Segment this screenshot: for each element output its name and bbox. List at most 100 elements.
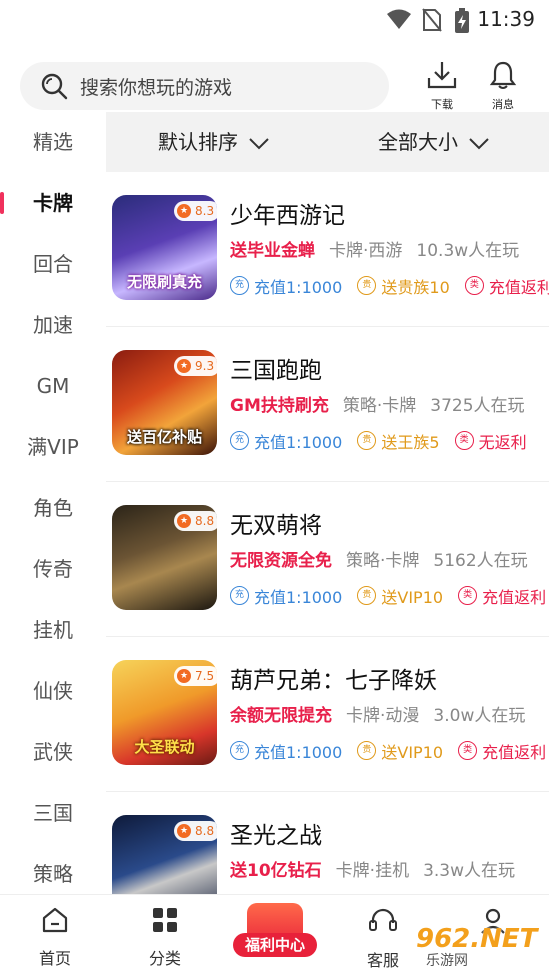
clock-time: 11:39 (477, 7, 535, 31)
rating-value: 7.5 (195, 669, 215, 683)
download-label: 下载 (431, 98, 453, 111)
recharge-icon: 充 (230, 741, 249, 760)
sort-dropdown[interactable]: 默认排序 (158, 112, 270, 172)
list-item[interactable]: ★ 7.5 大圣联动 葫芦兄弟：七子降妖 余额无限提充 卡牌·动漫 3.0w人在玩 充… (106, 637, 549, 792)
chevron-down-icon (469, 137, 489, 149)
home-icon (42, 907, 68, 933)
rating-value: 9.3 (195, 359, 215, 373)
player-count: 10.3w人在玩 (416, 241, 520, 261)
sidebar-item-rpg[interactable]: 角色 (0, 488, 106, 528)
nav-welfare-label: 福利中心 (233, 933, 317, 957)
nav-home[interactable]: 首页 (15, 907, 95, 969)
rating-badge: ★ 8.3 (174, 201, 217, 221)
filter-bar: 默认排序 全部大小 (106, 112, 549, 172)
nav-category-label: 分类 (148, 949, 181, 968)
game-thumbnail: ★ 8.8 (112, 505, 217, 610)
messages-button[interactable]: 消息 (481, 60, 525, 112)
crown-icon: 贵 (357, 741, 377, 760)
no-sim-icon (422, 8, 442, 32)
promo-text: 无限资源全免 (230, 551, 332, 571)
rating-value: 8.8 (195, 514, 215, 528)
tag-gift: 贵送王族5 (357, 429, 440, 453)
thumbnail-banner: 无限刷真充 (126, 273, 202, 291)
list-item[interactable]: ★ 8.3 无限刷真充 少年西游记 送毕业金蝉 卡牌·西游 10.3w人在玩 充充值1… (106, 172, 549, 327)
rating-badge: ★ 9.3 (174, 356, 217, 376)
thumbnail-banner: 送百亿补贴 (126, 428, 202, 446)
recharge-icon: 充 (230, 431, 249, 450)
sidebar-item-xianxia[interactable]: 仙侠 (0, 671, 106, 711)
sort-label: 默认排序 (158, 130, 238, 154)
rebate-icon: 类 (458, 741, 478, 760)
game-tags: 充充值1:1000 贵送VIP10 类充值返利 (230, 737, 549, 763)
game-meta: GM扶持刷充 策略·卡牌 3725人在玩 (230, 391, 549, 416)
sidebar-item-card[interactable]: 卡牌 (0, 183, 106, 223)
tag-rebate: 类无返利 (454, 429, 527, 453)
thumbnail-banner: 大圣联动 (134, 738, 195, 756)
game-thumbnail: ★ 8.3 无限刷真充 (112, 195, 217, 300)
nav-service[interactable]: 客服 (343, 907, 423, 971)
nav-service-label: 客服 (366, 951, 399, 970)
list-item[interactable]: ★ 9.3 送百亿补贴 三国跑跑 GM扶持刷充 策略·卡牌 3725人在玩 充充值1:… (106, 327, 549, 482)
app-screen: 11:39 搜索你想玩的游戏 下载 消息 精选 卡牌 回合 加速 GM 满VIP… (0, 0, 549, 976)
game-list: ★ 8.3 无限刷真充 少年西游记 送毕业金蝉 卡牌·西游 10.3w人在玩 充充值1… (106, 172, 549, 894)
rating-value: 8.3 (195, 204, 215, 218)
game-meta: 余额无限提充 卡牌·动漫 3.0w人在玩 (230, 701, 549, 726)
category-sidebar: 精选 卡牌 回合 加速 GM 满VIP 角色 传奇 挂机 仙侠 武侠 三国 策略 (0, 112, 106, 894)
game-title: 圣光之战 (230, 823, 322, 849)
nav-welfare-center[interactable]: 福利中心 (233, 903, 317, 969)
star-icon: ★ (177, 824, 191, 838)
rating-value: 8.8 (195, 824, 215, 838)
rating-badge: ★ 7.5 (174, 666, 217, 686)
tag-rebate: 类充值返利 (464, 274, 549, 298)
game-category: 卡牌·西游 (329, 241, 403, 261)
game-meta: 送毕业金蝉 卡牌·西游 10.3w人在玩 (230, 236, 549, 261)
sidebar-item-strategy[interactable]: 策略 (0, 854, 106, 894)
wifi-icon (387, 9, 411, 29)
game-title: 葫芦兄弟：七子降妖 (230, 668, 437, 694)
game-title: 三国跑跑 (230, 358, 322, 384)
search-placeholder: 搜索你想玩的游戏 (80, 76, 233, 99)
sidebar-item-turn-based[interactable]: 回合 (0, 244, 106, 284)
tag-rebate: 类充值返利 (458, 584, 546, 608)
search-icon (41, 73, 68, 100)
chevron-down-icon (249, 137, 269, 149)
headset-icon (369, 908, 397, 931)
promo-text: 送毕业金蝉 (230, 241, 315, 261)
tag-recharge: 充充值1:1000 (230, 739, 342, 763)
sidebar-item-wuxia[interactable]: 武侠 (0, 732, 106, 772)
sidebar-item-three-kingdoms[interactable]: 三国 (0, 793, 106, 833)
star-icon: ★ (177, 204, 191, 218)
sidebar-item-idle[interactable]: 挂机 (0, 610, 106, 650)
star-icon: ★ (177, 514, 191, 528)
download-button[interactable]: 下载 (420, 60, 464, 112)
promo-text: 送10亿钻石 (230, 861, 322, 881)
tag-gift: 贵送贵族10 (357, 274, 450, 298)
size-dropdown[interactable]: 全部大小 (378, 112, 490, 172)
star-icon: ★ (177, 359, 191, 373)
rating-badge: ★ 8.8 (174, 511, 217, 531)
site-watermark: 962.NET 乐游网 (412, 924, 542, 970)
sidebar-item-gm[interactable]: GM (0, 366, 106, 406)
game-category: 策略·卡牌 (346, 551, 420, 571)
game-title: 少年西游记 (230, 203, 345, 229)
player-count: 3.3w人在玩 (423, 861, 516, 881)
sidebar-item-max-vip[interactable]: 满VIP (0, 427, 106, 467)
player-count: 5162人在玩 (433, 551, 528, 571)
game-meta: 无限资源全免 策略·卡牌 5162人在玩 (230, 546, 549, 571)
tag-rebate: 类充值返利 (458, 739, 546, 763)
game-title: 无双萌将 (230, 513, 322, 539)
bell-icon (489, 61, 517, 89)
sidebar-item-legend[interactable]: 传奇 (0, 549, 106, 589)
list-item[interactable]: ★ 8.8 无双萌将 无限资源全免 策略·卡牌 5162人在玩 充充值1:1000 贵… (106, 482, 549, 637)
list-item[interactable]: ★ 8.8 圣光之战 送10亿钻石 卡牌·挂机 3.3w人在玩 (106, 792, 549, 894)
nav-category[interactable]: 分类 (125, 907, 205, 969)
nav-home-label: 首页 (38, 949, 71, 968)
player-count: 3.0w人在玩 (433, 706, 526, 726)
game-thumbnail: ★ 7.5 大圣联动 (112, 660, 217, 765)
game-category: 卡牌·挂机 (335, 861, 410, 881)
sidebar-item-speedup[interactable]: 加速 (0, 305, 106, 345)
game-meta: 送10亿钻石 卡牌·挂机 3.3w人在玩 (230, 856, 549, 881)
search-bar[interactable]: 搜索你想玩的游戏 (20, 62, 389, 110)
sidebar-item-featured[interactable]: 精选 (0, 122, 106, 162)
recharge-icon: 充 (230, 586, 249, 605)
